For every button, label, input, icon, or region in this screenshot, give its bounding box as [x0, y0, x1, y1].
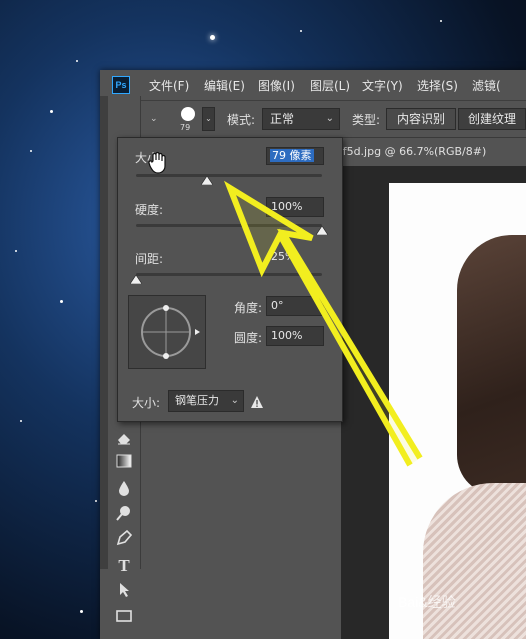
star	[30, 150, 32, 152]
options-bar: ⌄ 79 ⌄ 模式: 正常 ⌄ 类型: 内容识别 创建纹理	[100, 101, 526, 138]
angle-input[interactable]: 0°	[266, 296, 324, 316]
menu-image[interactable]: 图像(I)	[258, 77, 295, 94]
path-select-icon[interactable]	[114, 582, 134, 602]
star	[210, 35, 215, 40]
chevron-down-icon: ⌄	[325, 113, 334, 124]
warning-icon	[250, 394, 264, 408]
canvas-area[interactable]	[341, 166, 526, 639]
watermark: Bai&经验	[398, 594, 456, 610]
panel-edge	[100, 96, 108, 569]
brush-tip-icon	[181, 107, 195, 121]
content-aware-button[interactable]: 内容识别	[386, 108, 456, 130]
menu-edit[interactable]: 编辑(E)	[204, 77, 245, 94]
dodge-icon[interactable]	[114, 505, 134, 525]
spacing-slider[interactable]	[136, 273, 322, 276]
hand-cursor-icon	[146, 151, 170, 175]
mode-value: 正常	[270, 112, 295, 126]
rectangle-icon[interactable]	[114, 608, 134, 628]
size-control-select[interactable]: 钢笔压力 ⌄	[168, 390, 244, 412]
brush-dropdown-button[interactable]: ⌄	[202, 107, 215, 131]
spacing-input[interactable]: 25%	[266, 247, 324, 267]
blur-icon[interactable]	[114, 480, 134, 500]
brush-settings-popup: 大小: 79 像素 硬度: 100% 间距: 25% 角度: 0° 圆度: 10…	[117, 137, 343, 422]
pen-icon[interactable]	[114, 529, 134, 550]
star	[15, 250, 17, 252]
chevron-down-icon: ⌄	[230, 395, 239, 406]
menu-filter[interactable]: 滤镜(	[472, 77, 501, 94]
menu-select[interactable]: 选择(S)	[417, 77, 458, 94]
type-icon[interactable]: T	[114, 556, 134, 576]
angle-roundness-preview[interactable]	[128, 295, 206, 369]
hardness-slider[interactable]	[136, 224, 322, 227]
star	[80, 610, 83, 613]
pen-pressure-label: 大小:	[132, 396, 161, 410]
size-input[interactable]: 79 像素	[266, 147, 324, 165]
star	[300, 30, 302, 32]
menubar: Ps 文件(F) 编辑(E) 图像(I) 图层(L) 文字(Y) 选择(S) 滤…	[100, 70, 526, 101]
star	[20, 420, 22, 422]
create-texture-button[interactable]: 创建纹理	[458, 108, 526, 130]
photo-hair	[457, 235, 526, 495]
chevron-down-icon[interactable]: ⌄	[150, 114, 158, 124]
star	[60, 300, 63, 303]
star	[76, 60, 78, 62]
mode-select[interactable]: 正常 ⌄	[262, 108, 340, 130]
mode-label: 模式:	[227, 113, 256, 127]
spacing-label: 间距:	[135, 252, 164, 266]
brush-angle-circle-icon	[141, 305, 200, 359]
document-tab[interactable]: ff5d.jpg @ 66.7%(RGB/8#)	[332, 138, 526, 165]
document-image	[389, 183, 526, 639]
hardness-input[interactable]: 100%	[266, 197, 324, 217]
menu-layer[interactable]: 图层(L)	[310, 77, 350, 94]
star	[95, 500, 97, 502]
hardness-label: 硬度:	[135, 203, 164, 217]
gradient-icon[interactable]	[114, 454, 134, 474]
ps-logo-icon: Ps	[112, 76, 130, 94]
menu-file[interactable]: 文件(F)	[149, 77, 189, 94]
angle-label: 角度:	[234, 301, 263, 315]
star	[50, 110, 53, 113]
roundness-label: 圆度:	[234, 331, 263, 345]
brush-size-number: 79	[180, 123, 191, 132]
size-control-value: 钢笔压力	[175, 394, 219, 407]
eraser-icon[interactable]	[114, 431, 134, 451]
star	[440, 20, 442, 22]
photo-shoulder	[423, 483, 526, 639]
size-value: 79 像素	[270, 149, 314, 162]
type-label: 类型:	[352, 113, 381, 127]
brush-preset-picker[interactable]: 79	[178, 106, 200, 132]
menu-type[interactable]: 文字(Y)	[362, 77, 403, 94]
roundness-input[interactable]: 100%	[266, 326, 324, 346]
